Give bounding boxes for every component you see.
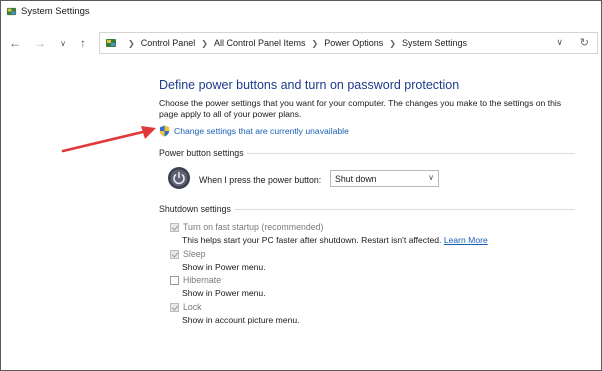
power-button-section-title: Power button settings <box>159 148 244 158</box>
control-panel-icon <box>106 39 116 47</box>
breadcrumb-all-items[interactable]: All Control Panel Items <box>214 38 306 48</box>
change-settings-link[interactable]: Change settings that are currently unava… <box>159 125 349 137</box>
power-button-action-select[interactable]: Shut down ∨ <box>330 170 439 187</box>
address-dropdown-icon[interactable]: ∨ <box>556 37 563 48</box>
hibernate-checkbox[interactable] <box>170 276 179 285</box>
breadcrumb: ❯ Control Panel ❯ All Control Panel Item… <box>122 38 467 48</box>
page-description: Choose the power settings that you want … <box>159 98 562 119</box>
lock-label: Lock <box>183 302 202 312</box>
chevron-down-icon: ∨ <box>428 173 434 182</box>
control-panel-icon <box>6 7 17 16</box>
fast-startup-desc-text: This helps start your PC faster after sh… <box>182 235 442 245</box>
title-bar: System Settings <box>1 1 601 25</box>
chevron-down-icon[interactable]: ∨ <box>55 35 71 51</box>
hibernate-label: Hibernate <box>183 275 222 285</box>
sleep-description: Show in Power menu. <box>182 262 266 272</box>
arrow-left-icon[interactable]: ← <box>7 35 23 51</box>
fast-startup-checkbox[interactable] <box>170 223 179 232</box>
select-value: Shut down <box>335 174 377 184</box>
fast-startup-label: Turn on fast startup (recommended) <box>183 222 324 232</box>
address-bar[interactable]: ❯ Control Panel ❯ All Control Panel Item… <box>99 32 598 54</box>
hibernate-description: Show in Power menu. <box>182 288 266 298</box>
change-settings-label[interactable]: Change settings that are currently unava… <box>174 126 349 136</box>
learn-more-link[interactable]: Learn More <box>444 235 488 245</box>
sleep-label: Sleep <box>183 249 206 259</box>
section-divider <box>247 153 575 154</box>
breadcrumb-control-panel[interactable]: Control Panel <box>141 38 196 48</box>
chevron-right-icon: ❯ <box>389 38 396 48</box>
window-frame: System Settings ← → ∨ ↑ ❯ Control Panel … <box>0 0 602 371</box>
chevron-right-icon: ❯ <box>201 38 208 48</box>
window-title: System Settings <box>21 6 90 17</box>
main-content: Define power buttons and turn on passwor… <box>1 61 601 370</box>
annotation-arrow-icon <box>61 126 156 153</box>
power-button-label: When I press the power button: <box>199 175 322 185</box>
breadcrumb-system-settings[interactable]: System Settings <box>402 38 467 48</box>
section-divider <box>235 209 575 210</box>
lock-description: Show in account picture menu. <box>182 315 300 325</box>
chevron-right-icon: ❯ <box>311 38 319 48</box>
shutdown-section-title: Shutdown settings <box>159 204 231 214</box>
sleep-checkbox[interactable] <box>170 250 179 259</box>
fast-startup-description: This helps start your PC faster after sh… <box>182 235 488 245</box>
navigation-bar: ← → ∨ ↑ ❯ Control Panel ❯ All Control Pa… <box>1 31 601 55</box>
breadcrumb-power-options[interactable]: Power Options <box>324 38 383 48</box>
lock-checkbox[interactable] <box>170 303 179 312</box>
arrow-right-icon[interactable]: → <box>32 35 48 51</box>
power-button-icon <box>168 167 190 189</box>
refresh-icon[interactable]: ↻ <box>580 36 589 49</box>
page-title: Define power buttons and turn on passwor… <box>159 78 460 92</box>
chevron-right-icon: ❯ <box>128 38 135 48</box>
arrow-up-icon[interactable]: ↑ <box>75 35 91 51</box>
